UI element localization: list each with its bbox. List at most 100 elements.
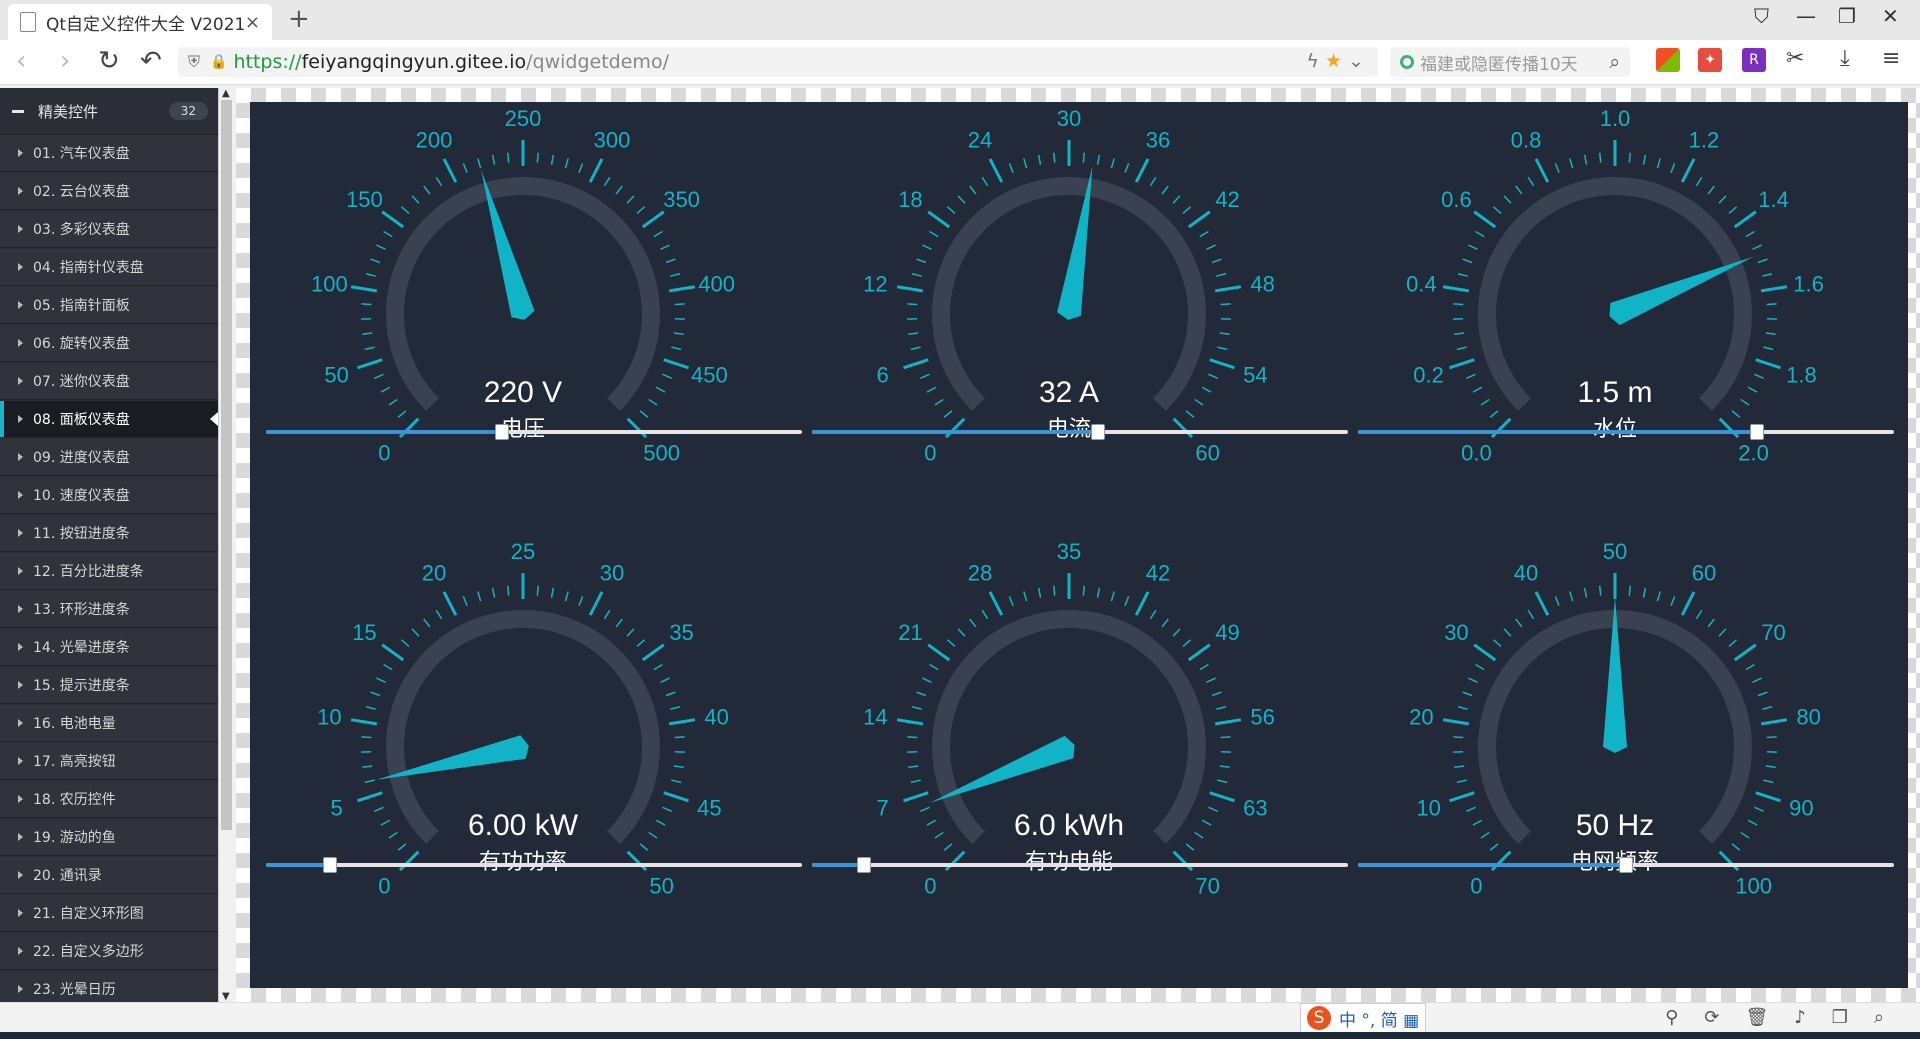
sidebar-item[interactable]: 11. 按钮进度条 [0,515,218,552]
sidebar-item[interactable]: 03. 多彩仪表盘 [0,211,218,248]
search-input[interactable]: 福建或隐匿传播10天 ⌕ [1390,47,1630,77]
chevron-right-icon [18,605,23,613]
shield-icon: ⛨ [188,52,201,71]
gauge-ring [1478,177,1752,411]
sidebar-item[interactable]: 13. 环形进度条 [0,591,218,628]
tick-label: 0.8 [1511,127,1542,152]
minor-tick [926,386,937,393]
value-slider[interactable] [1358,422,1894,442]
value-slider[interactable] [266,855,802,875]
minor-tick [969,185,977,195]
slider-handle[interactable] [494,424,509,440]
chevron-right-icon [18,377,23,385]
menu-icon[interactable]: ≡ [1882,46,1900,71]
minor-tick [1037,154,1042,165]
new-tab-button[interactable]: + [288,4,310,34]
slider-track[interactable] [266,863,802,867]
apps-icon[interactable] [1656,48,1680,72]
ime-toolbar[interactable]: S 中 °, 简 ▦ [1300,1003,1427,1033]
chevron-down-icon[interactable]: ⌄ [1348,50,1364,72]
minor-tick [665,691,676,697]
slider-handle[interactable] [323,857,338,873]
tshirt-icon[interactable]: ⛉ [1754,4,1769,28]
tick-label: 0.2 [1413,363,1444,388]
download-icon[interactable]: ⤓ [1840,46,1850,71]
sidebar-item[interactable]: 20. 通讯录 [0,857,218,894]
search-icon[interactable]: ⌕ [1609,51,1620,73]
sidebar-group-header[interactable]: 精美控件 32 [0,88,218,135]
value-slider[interactable] [266,422,802,442]
sidebar-item[interactable]: 01. 汽车仪表盘 [0,135,218,172]
sidebar-item[interactable]: 12. 百分比进度条 [0,553,218,590]
major-tick [1473,210,1497,229]
sidebar-item[interactable]: 04. 指南针仪表盘 [0,249,218,286]
sidebar-item[interactable]: 10. 速度仪表盘 [0,477,218,514]
minor-tick [1765,765,1776,769]
sidebar-item[interactable]: 16. 电池电量 [0,705,218,742]
minor-tick [1023,158,1028,169]
minor-tick [400,639,410,648]
minor-tick [1752,244,1762,250]
minimize-button[interactable]: — [1796,4,1816,28]
close-window-button[interactable]: ✕ [1882,4,1899,28]
minor-tick [1182,639,1192,648]
sidebar-item[interactable]: 06. 旋转仪表盘 [0,325,218,362]
scroll-up-icon[interactable]: ▲ [222,88,230,99]
browser-tab[interactable]: Qt自定义控件大全 V2021 (Q × [8,4,272,40]
sidebar-item[interactable]: 09. 进度仪表盘 [0,439,218,476]
minor-tick [1217,346,1228,351]
minor-tick [1728,206,1738,215]
gauge-value: 220 V [484,376,562,409]
reload-button[interactable]: ↻ [98,46,120,76]
sidebar-item[interactable]: 18. 农历控件 [0,781,218,818]
forward-button[interactable]: › [60,46,70,76]
minor-tick [929,230,939,238]
undo-button[interactable]: ↶ [140,46,162,76]
tick-label: 40 [704,704,728,729]
sidebar-item[interactable]: 14. 光晕进度条 [0,629,218,666]
minor-tick [934,831,944,839]
sidebar-item[interactable]: 02. 云台仪表盘 [0,173,218,210]
slider-handle[interactable] [1090,424,1105,440]
status-icons[interactable]: ⚲⟳🗑♪❐⌕ [1665,1007,1910,1028]
sidebar-item[interactable]: 23. 光晕日历 [0,971,218,1002]
star-icon[interactable]: ★ [1325,50,1342,72]
search-engine-icon [1400,55,1414,69]
scrollbar-thumb[interactable] [221,100,232,830]
sidebar-item[interactable]: 05. 指南针面板 [0,287,218,324]
tick-label: 35 [1057,539,1081,564]
value-slider[interactable] [812,855,1348,875]
sidebar-item[interactable]: 22. 自定义多边形 [0,933,218,970]
slider-track[interactable] [812,863,1348,867]
minor-tick [929,663,939,671]
restore-button[interactable]: ❐ [1838,4,1856,28]
sidebar-scrollbar[interactable]: ▲ ▼ [218,88,235,1002]
minor-tick [626,195,635,204]
tab-close-icon[interactable]: × [245,12,260,33]
slider-handle[interactable] [856,857,871,873]
scroll-down-icon[interactable]: ▼ [222,991,230,1002]
value-slider[interactable] [812,422,1348,442]
sidebar-item[interactable]: 08. 面板仪表盘 [0,401,218,438]
major-tick [1449,358,1475,370]
address-bar-row: ‹ › ↻ ↶ ⛨ 🔒 https:// feiyangqingyun.gite… [0,40,1920,85]
sidebar-item[interactable]: 21. 自定义环形图 [0,895,218,932]
sidebar-item[interactable]: 15. 提示进度条 [0,667,218,704]
lightning-icon[interactable]: ϟ [1306,50,1319,72]
sidebar-item[interactable]: 17. 高亮按钮 [0,743,218,780]
scissors-icon[interactable]: ✂ [1786,46,1804,71]
tick-label: 30 [1057,106,1081,131]
major-tick [1187,643,1211,662]
game-icon[interactable]: ✦ [1698,48,1722,72]
value-slider[interactable] [1358,855,1894,875]
sidebar-item[interactable]: 19. 游动的鱼 [0,819,218,856]
minor-tick [491,587,496,598]
sidebar-item-label: 17. 高亮按钮 [33,754,116,770]
rp-extension-icon[interactable]: R [1742,48,1766,72]
sidebar-item[interactable]: 07. 迷你仪表盘 [0,363,218,400]
slider-handle[interactable] [1750,424,1765,440]
gauge-ring [932,610,1206,844]
url-field[interactable]: ⛨ 🔒 https:// feiyangqingyun.gitee.io /qw… [178,47,1378,77]
back-button[interactable]: ‹ [16,46,26,76]
slider-handle[interactable] [1619,857,1633,873]
